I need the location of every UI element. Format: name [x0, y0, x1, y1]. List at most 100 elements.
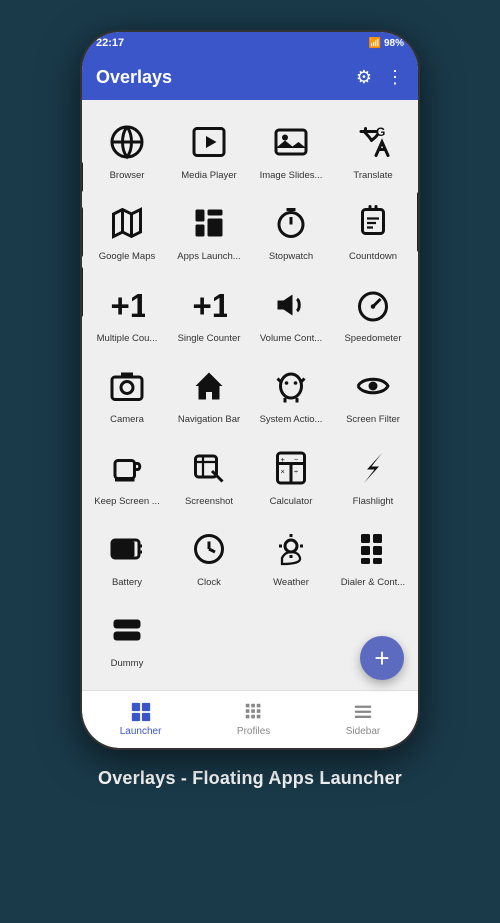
- settings-icon[interactable]: ⚙: [356, 67, 372, 88]
- app-item-clock[interactable]: Clock: [170, 517, 248, 594]
- launcher-icon: [130, 701, 152, 723]
- system-action-label: System Actio...: [260, 414, 323, 425]
- app-item-dialer[interactable]: Dialer & Cont...: [334, 517, 412, 594]
- system-action-icon: [267, 362, 315, 410]
- battery-status: 98%: [384, 38, 404, 49]
- navigation-bar-label: Navigation Bar: [178, 414, 240, 425]
- screenshot-label: Screenshot: [185, 496, 233, 507]
- app-item-media-player[interactable]: Media Player: [170, 110, 248, 187]
- power-button: [417, 192, 420, 252]
- translate-icon: G: [349, 118, 397, 166]
- media-player-icon: [185, 118, 233, 166]
- left-button-3: [80, 267, 83, 317]
- app-item-speedometer[interactable]: Speedometer: [334, 273, 412, 350]
- sidebar-icon: [352, 701, 374, 723]
- dummy-icon: [103, 606, 151, 654]
- profiles-label: Profiles: [237, 726, 270, 737]
- add-overlay-fab[interactable]: +: [360, 636, 404, 680]
- weather-label: Weather: [273, 577, 309, 588]
- camera-icon: [103, 362, 151, 410]
- app-item-camera[interactable]: Camera: [88, 354, 166, 431]
- app-item-flashlight[interactable]: Flashlight: [334, 436, 412, 513]
- image-slides-icon: [267, 118, 315, 166]
- nav-profiles[interactable]: Profiles: [237, 701, 270, 737]
- app-item-image-slides[interactable]: Image Slides...: [252, 110, 330, 187]
- phone-screen: 22:17 📶 98% Overlays ⚙ ⋮ Browser Media Pl…: [82, 32, 418, 748]
- dialer-icon: [349, 525, 397, 573]
- google-maps-label: Google Maps: [99, 251, 156, 262]
- svg-text:+1: +1: [193, 287, 228, 323]
- app-item-navigation-bar[interactable]: Navigation Bar: [170, 354, 248, 431]
- keep-screen-icon: [103, 444, 151, 492]
- app-item-dummy[interactable]: Dummy: [88, 598, 166, 675]
- nav-sidebar[interactable]: Sidebar: [346, 701, 380, 737]
- image-slides-label: Image Slides...: [260, 170, 323, 181]
- app-item-multiple-counter[interactable]: +1 Multiple Cou...: [88, 273, 166, 350]
- signal-icon: 📶: [369, 38, 381, 49]
- status-icons: 📶 98%: [369, 38, 404, 49]
- screenshot-icon: [185, 444, 233, 492]
- volume-control-label: Volume Cont...: [260, 333, 322, 344]
- battery-label: Battery: [112, 577, 142, 588]
- multiple-counter-icon: +1: [103, 281, 151, 329]
- svg-text:−: −: [294, 455, 299, 464]
- app-item-browser[interactable]: Browser: [88, 110, 166, 187]
- app-grid: Browser Media Player Image Slides... G Trans…: [88, 110, 412, 676]
- navigation-bar-icon: [185, 362, 233, 410]
- svg-text:G: G: [376, 125, 385, 139]
- speedometer-icon: [349, 281, 397, 329]
- svg-text:+: +: [281, 455, 286, 464]
- svg-text:×: ×: [281, 467, 285, 476]
- dummy-label: Dummy: [111, 658, 144, 669]
- app-grid-container: Browser Media Player Image Slides... G Trans…: [82, 100, 418, 690]
- screen-filter-label: Screen Filter: [346, 414, 400, 425]
- translate-label: Translate: [353, 170, 392, 181]
- browser-icon: [103, 118, 151, 166]
- nav-launcher[interactable]: Launcher: [120, 701, 162, 737]
- apps-launch-label: Apps Launch...: [177, 251, 240, 262]
- volume-up-button: [80, 162, 83, 192]
- clock-icon: [185, 525, 233, 573]
- camera-label: Camera: [110, 414, 144, 425]
- app-item-countdown[interactable]: Countdown: [334, 191, 412, 268]
- stopwatch-icon: [267, 199, 315, 247]
- countdown-label: Countdown: [349, 251, 397, 262]
- browser-label: Browser: [110, 170, 145, 181]
- dialer-label: Dialer & Cont...: [341, 577, 405, 588]
- sidebar-label: Sidebar: [346, 726, 380, 737]
- phone-frame: 22:17 📶 98% Overlays ⚙ ⋮ Browser Media Pl…: [80, 30, 420, 750]
- app-item-screenshot[interactable]: Screenshot: [170, 436, 248, 513]
- app-item-apps-launch[interactable]: Apps Launch...: [170, 191, 248, 268]
- app-item-keep-screen[interactable]: Keep Screen ...: [88, 436, 166, 513]
- media-player-label: Media Player: [181, 170, 236, 181]
- calculator-icon: +−×÷: [267, 444, 315, 492]
- flashlight-label: Flashlight: [353, 496, 394, 507]
- app-header: Overlays ⚙ ⋮: [82, 54, 418, 100]
- app-item-screen-filter[interactable]: Screen Filter: [334, 354, 412, 431]
- volume-control-icon: [267, 281, 315, 329]
- app-item-volume-control[interactable]: Volume Cont...: [252, 273, 330, 350]
- app-item-stopwatch[interactable]: Stopwatch: [252, 191, 330, 268]
- keep-screen-label: Keep Screen ...: [94, 496, 159, 507]
- stopwatch-label: Stopwatch: [269, 251, 313, 262]
- app-item-translate[interactable]: G Translate: [334, 110, 412, 187]
- status-time: 22:17: [96, 37, 124, 49]
- app-item-calculator[interactable]: +−×÷Calculator: [252, 436, 330, 513]
- svg-text:+1: +1: [111, 287, 146, 323]
- weather-icon: [267, 525, 315, 573]
- header-actions: ⚙ ⋮: [356, 67, 404, 88]
- more-options-icon[interactable]: ⋮: [386, 67, 404, 88]
- app-item-google-maps[interactable]: Google Maps: [88, 191, 166, 268]
- single-counter-label: Single Counter: [178, 333, 241, 344]
- app-item-weather[interactable]: Weather: [252, 517, 330, 594]
- app-item-battery[interactable]: Battery: [88, 517, 166, 594]
- bottom-navigation: Launcher Profiles: [82, 690, 418, 748]
- app-item-system-action[interactable]: System Actio...: [252, 354, 330, 431]
- multiple-counter-label: Multiple Cou...: [97, 333, 158, 344]
- status-bar: 22:17 📶 98%: [82, 32, 418, 54]
- app-item-single-counter[interactable]: +1 Single Counter: [170, 273, 248, 350]
- single-counter-icon: +1: [185, 281, 233, 329]
- apps-launch-icon: [185, 199, 233, 247]
- profiles-icon: [243, 701, 265, 723]
- battery-icon: [103, 525, 151, 573]
